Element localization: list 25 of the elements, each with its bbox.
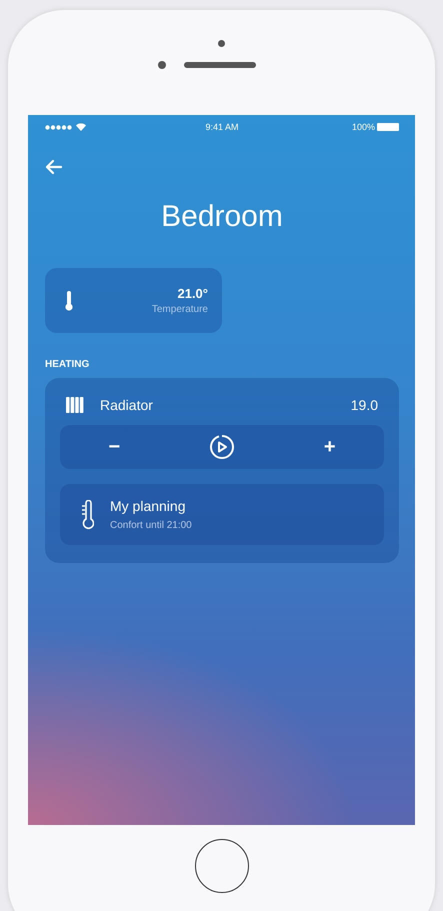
section-heading: HEATING <box>45 359 90 370</box>
increase-button[interactable]: + <box>316 435 344 459</box>
room-title: Bedroom <box>160 200 284 234</box>
home-button[interactable] <box>194 839 248 893</box>
sensor-dot <box>158 61 166 69</box>
status-time: 9:41 AM <box>205 122 239 132</box>
battery-percent: 100% <box>352 122 375 132</box>
device-setpoint: 19.0 <box>350 397 378 413</box>
battery-icon <box>377 123 399 131</box>
back-button[interactable] <box>45 159 63 175</box>
thermometer-icon <box>65 290 73 310</box>
signal-icon <box>45 124 73 130</box>
speaker-grille <box>184 62 256 68</box>
temperature-value: 21.0° <box>177 286 208 301</box>
planning-title: My planning <box>110 498 186 514</box>
planning-subtitle: Confort until 21:00 <box>110 520 192 531</box>
temperature-label: Temperature <box>152 304 208 315</box>
camera-dot <box>218 40 225 47</box>
decrease-button[interactable]: − <box>100 435 128 459</box>
wifi-icon <box>76 123 86 131</box>
thermometer-icon <box>80 500 94 530</box>
device-name: Radiator <box>100 397 154 413</box>
radiator-icon <box>66 397 84 413</box>
play-mode-button[interactable] <box>209 434 235 460</box>
planning-card[interactable]: My planning Confort until 21:00 <box>60 484 384 545</box>
